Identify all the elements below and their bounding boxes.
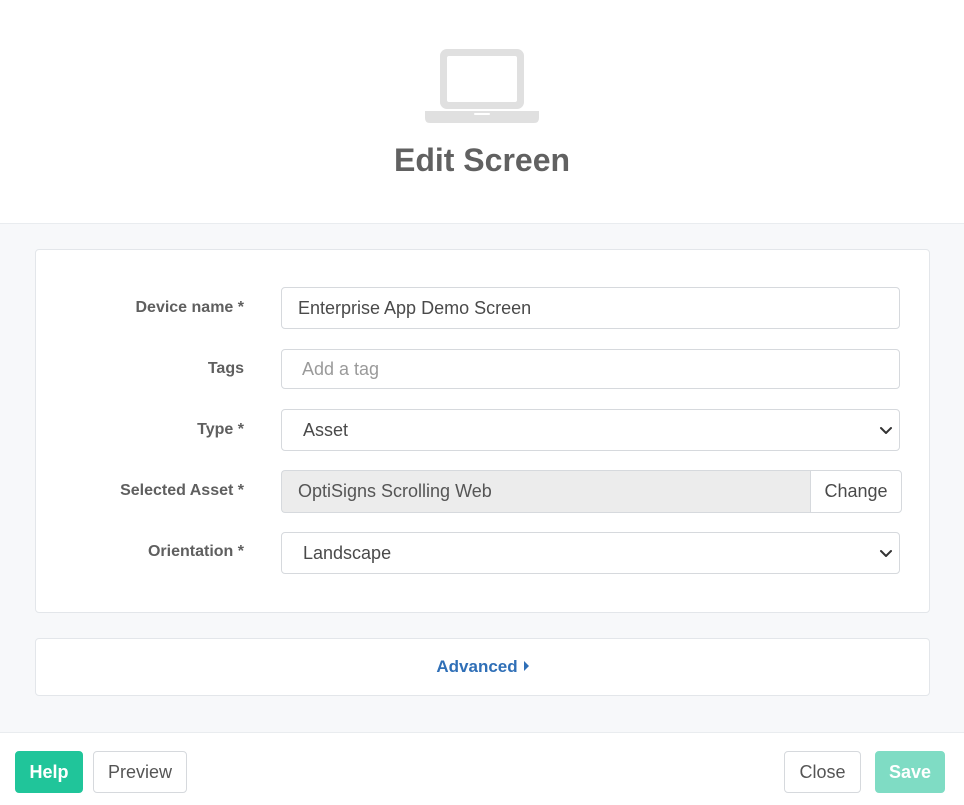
- type-select[interactable]: Asset: [281, 409, 900, 451]
- selected-asset-group: OptiSigns Scrolling Web Change: [281, 470, 902, 513]
- selected-asset-label: Selected Asset *: [120, 482, 244, 499]
- tags-input[interactable]: Add a tag: [281, 349, 900, 389]
- change-asset-button[interactable]: Change: [810, 470, 902, 513]
- type-value: Asset: [303, 420, 349, 440]
- help-button[interactable]: Help: [15, 751, 83, 793]
- advanced-toggle[interactable]: Advanced: [36, 639, 929, 695]
- advanced-label: Advanced: [436, 657, 518, 676]
- chevron-down-icon: [880, 427, 892, 434]
- caret-right-icon: [523, 661, 529, 671]
- type-label: Type *: [197, 421, 244, 438]
- tags-label: Tags: [207, 360, 244, 377]
- orientation-label: Orientation *: [147, 543, 244, 560]
- close-button[interactable]: Close: [784, 751, 861, 793]
- device-name-value: Enterprise App Demo Screen: [298, 298, 532, 318]
- device-name-input[interactable]: Enterprise App Demo Screen: [281, 287, 900, 329]
- advanced-section: Advanced: [35, 638, 930, 696]
- modal-header: Edit Screen: [0, 0, 964, 224]
- selected-asset-value: OptiSigns Scrolling Web: [281, 470, 811, 513]
- orientation-value: Landscape: [303, 543, 392, 563]
- page-title: Edit Screen: [393, 142, 571, 178]
- orientation-select[interactable]: Landscape: [281, 532, 900, 574]
- device-name-label: Device name *: [135, 299, 244, 316]
- laptop-icon: [425, 49, 539, 123]
- save-button[interactable]: Save: [875, 751, 945, 793]
- chevron-down-icon: [880, 550, 892, 557]
- preview-button[interactable]: Preview: [93, 751, 187, 793]
- tags-placeholder: Add a tag: [302, 359, 380, 379]
